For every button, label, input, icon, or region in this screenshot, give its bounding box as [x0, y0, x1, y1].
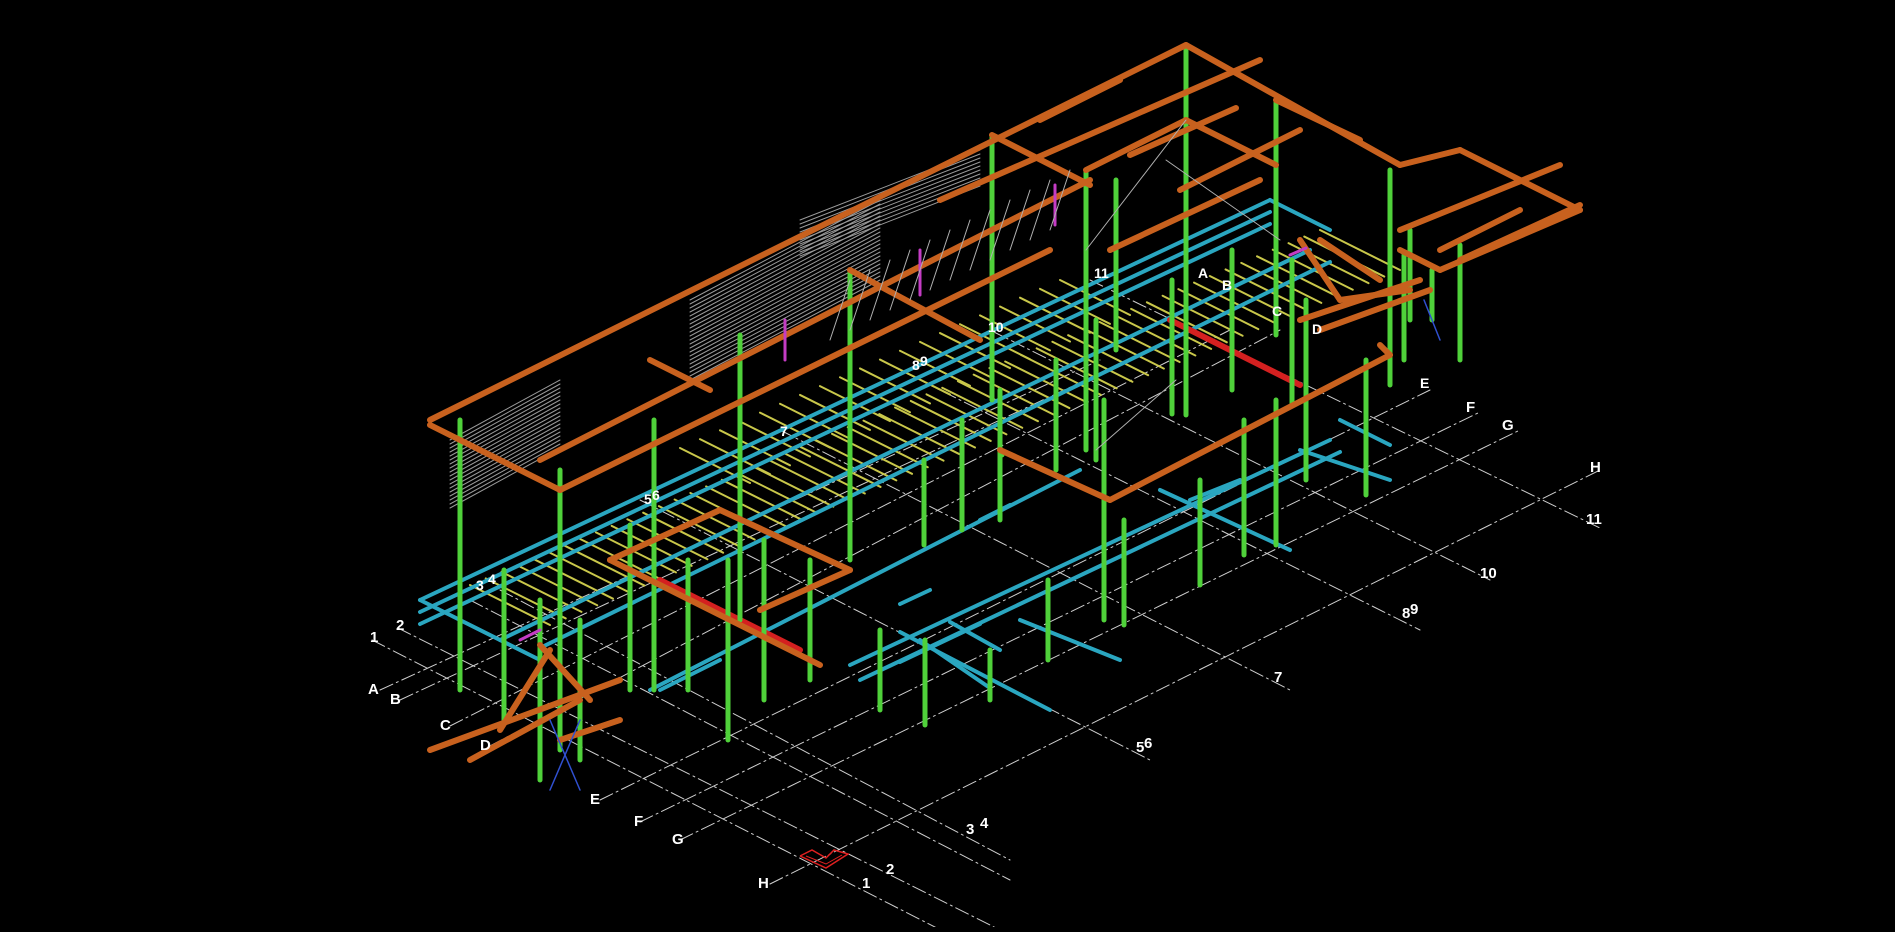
purlin-a-1 — [449, 383, 561, 445]
grid-label-7-near: 7 — [1274, 669, 1282, 686]
floor-beam-18 — [978, 503, 1012, 522]
gridline-letter-8 — [769, 469, 1601, 885]
roof-beams — [427, 42, 1583, 763]
tie-rod-3 — [1095, 379, 1177, 451]
struct-label-A: A — [1198, 265, 1208, 281]
floor-beam-13 — [1158, 488, 1292, 552]
grid-labels: 1 2 A B C D E F G H 1 2 3 4 5 6 7 8 9 10… — [368, 399, 1602, 892]
floor-beam-19 — [898, 588, 932, 606]
joist-upper-7 — [819, 385, 891, 423]
grid-label-6-near: 6 — [1144, 735, 1152, 752]
roof-beam-30 — [557, 717, 623, 743]
transfer-beams — [657, 317, 1303, 653]
grid-label-G-right: G — [1502, 417, 1514, 434]
roof-beam-32 — [1127, 105, 1239, 158]
grid-label-E-left: E — [590, 791, 600, 808]
struct-label-E: E — [1420, 375, 1429, 391]
joist-upper-4 — [759, 411, 831, 449]
struct-label-11: 11 — [1094, 265, 1109, 281]
grid-label-A-left: A — [368, 681, 379, 698]
gridline-letter-3 — [449, 329, 1231, 727]
floor-beam-0 — [418, 198, 1272, 602]
tie-rod-2 — [1165, 159, 1281, 241]
purlin-a-2 — [449, 387, 561, 449]
grid-label-G-left: G — [672, 831, 684, 848]
grid-label-H-right: H — [1590, 459, 1601, 476]
struct-label-7: 7 — [780, 423, 788, 439]
gridline-number-5 — [639, 499, 1151, 761]
floor-beam-12 — [1018, 618, 1122, 662]
grid-label-9-near: 9 — [1410, 601, 1418, 618]
struct-label-10: 10 — [988, 319, 1004, 335]
floor-beam-6 — [1268, 198, 1332, 232]
purlin-a-5 — [449, 399, 561, 461]
roof-beam-25 — [757, 567, 853, 613]
grid-label-4-near: 4 — [980, 815, 989, 832]
purlin-a-11 — [449, 423, 561, 485]
grid-label-11-near: 11 — [1586, 511, 1602, 528]
roof-beam-31 — [1037, 77, 1123, 123]
tie-rod-1 — [1085, 119, 1187, 251]
struct-label-4: 4 — [488, 571, 496, 587]
purlin-a-10 — [449, 419, 561, 481]
grid-label-B-left: B — [390, 691, 401, 708]
grid-label-2-far: 2 — [396, 617, 404, 634]
roof-beam-22 — [607, 557, 823, 668]
joist-upper-3 — [739, 420, 811, 458]
floor-beam-21 — [918, 638, 992, 690]
struct-label-6: 6 — [652, 487, 660, 503]
struct-label-8: 8 — [912, 357, 920, 373]
floor-beam-1 — [418, 210, 1272, 614]
roof-beam-35 — [1397, 162, 1563, 233]
grid-label-F-left: F — [634, 813, 643, 830]
grid-label-10-near: 10 — [1480, 565, 1497, 582]
purlin-a-15 — [449, 439, 561, 501]
grid-label-H-left: H — [758, 875, 769, 892]
struct-label-9: 9 — [920, 353, 928, 369]
struct-label-B: B — [1222, 277, 1232, 293]
grid-label-F-right: F — [1466, 399, 1475, 416]
roof-beam-10 — [847, 267, 983, 343]
struct-label-3: 3 — [476, 577, 484, 593]
grid-label-3-near: 3 — [966, 821, 974, 838]
roof-beam-3 — [1397, 147, 1463, 168]
grid-label-1-far: 1 — [370, 629, 378, 646]
struct-label-C: C — [1272, 303, 1282, 319]
purlin-a-0 — [449, 379, 561, 441]
grid-label-C-left: C — [440, 717, 451, 734]
struct-label-5: 5 — [644, 491, 652, 507]
isometric-structure-model: 1 2 A B C D E F G H 1 2 3 4 5 6 7 8 9 10… — [368, 42, 1602, 932]
cad-viewport[interactable]: 1 2 A B C D E F G H 1 2 3 4 5 6 7 8 9 10… — [0, 0, 1895, 932]
purlin-c-5 — [799, 169, 981, 241]
roof-beam-34 — [1177, 127, 1303, 193]
grid-label-1-near: 1 — [862, 875, 870, 892]
grid-label-2-near: 2 — [886, 861, 894, 878]
joist-upper-6 — [799, 393, 871, 431]
joist-upper-5 — [779, 402, 851, 440]
joist-upper-19 — [1059, 279, 1131, 316]
floor-beam-17 — [898, 622, 982, 664]
joist-upper-1 — [699, 438, 771, 476]
gridline-number-2 — [397, 627, 1001, 931]
purlin-a-16 — [449, 443, 561, 505]
floor-beam-4 — [538, 260, 1332, 650]
grid-label-D-left: D — [480, 737, 491, 754]
struct-label-D: D — [1312, 321, 1322, 337]
floor-beam-2 — [418, 222, 1272, 626]
